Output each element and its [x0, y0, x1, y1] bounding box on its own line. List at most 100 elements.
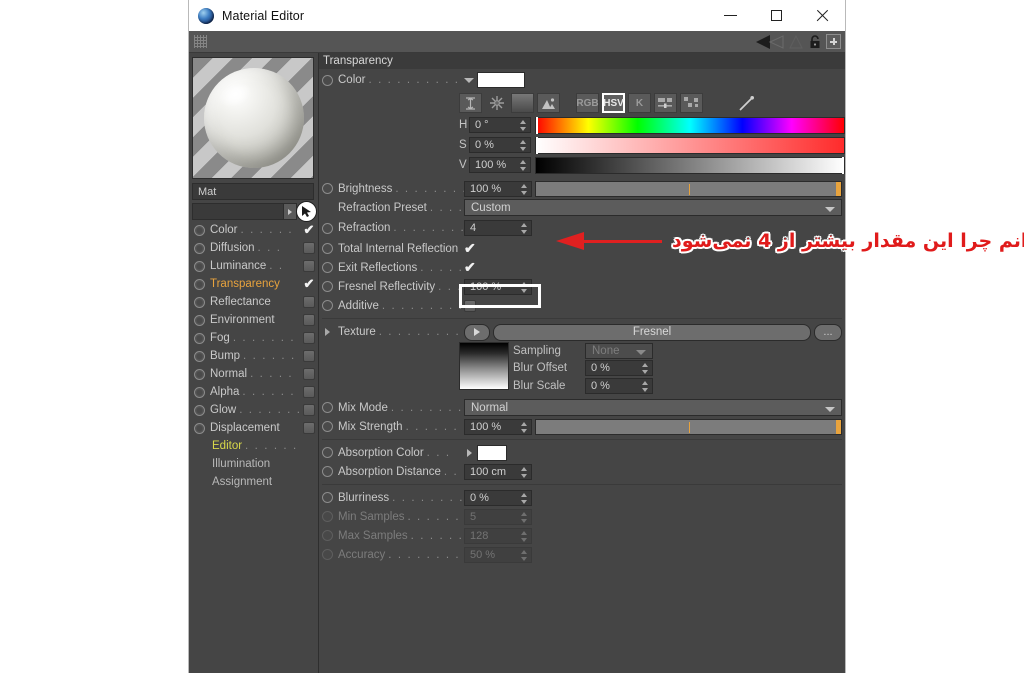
saturation-input[interactable]: 0 % [469, 137, 531, 153]
value-input[interactable]: 100 % [469, 157, 531, 173]
expand-triangle-icon[interactable] [322, 328, 333, 336]
channel-checkbox[interactable] [303, 260, 315, 272]
param-radio-icon[interactable] [322, 262, 333, 273]
param-radio-icon[interactable] [322, 74, 333, 86]
spinner-icon[interactable] [521, 466, 528, 478]
material-name-field[interactable]: Mat [192, 183, 314, 200]
channel-alpha[interactable]: Alpha . . . . . . [192, 383, 315, 401]
spinner-icon[interactable] [520, 120, 527, 131]
spinner-icon[interactable] [642, 363, 649, 374]
sidebar-item-editor[interactable]: Editor . . . . . . [192, 437, 315, 455]
channel-displacement[interactable]: Displacement [192, 419, 315, 437]
channel-radio-icon[interactable] [194, 422, 205, 434]
hue-input[interactable]: 0 ° [469, 117, 531, 133]
param-radio-icon[interactable] [322, 492, 333, 503]
hue-slider[interactable] [535, 116, 845, 134]
channel-fog[interactable]: Fog . . . . . . . [192, 329, 315, 347]
mix-strength-input[interactable]: 100 % [464, 418, 532, 435]
channel-checkmark-icon[interactable]: ✔ [303, 223, 315, 236]
brightness-input[interactable]: 100 % [464, 180, 532, 197]
channel-checkbox[interactable] [303, 368, 315, 380]
channel-radio-icon[interactable] [194, 260, 205, 272]
mix-mode-dropdown[interactable]: Normal [464, 399, 842, 416]
channel-checkmark-icon[interactable]: ✔ [303, 277, 315, 290]
maximize-button[interactable] [753, 0, 799, 31]
material-preview[interactable] [192, 57, 314, 179]
spinner-icon[interactable] [521, 492, 528, 504]
spinner-icon[interactable] [521, 183, 528, 195]
colorwheel-icon[interactable] [485, 93, 508, 113]
sidebar-item-assignment[interactable]: Assignment [192, 473, 315, 491]
refraction-input[interactable]: 4 [464, 220, 532, 236]
texture-name-field[interactable]: Fresnel [493, 323, 811, 341]
absorption-distance-input[interactable]: 100 cm [464, 463, 532, 480]
channel-radio-icon[interactable] [194, 350, 205, 362]
param-radio-icon[interactable] [322, 300, 333, 311]
param-radio-icon[interactable] [322, 281, 333, 292]
spinner-icon[interactable] [521, 421, 528, 433]
param-radio-icon[interactable] [322, 402, 333, 413]
eyedropper-icon[interactable] [735, 93, 758, 113]
chevron-down-icon[interactable] [464, 77, 474, 83]
channel-radio-icon[interactable] [194, 404, 205, 416]
image-picker-icon[interactable] [537, 93, 560, 113]
minimize-button[interactable] [707, 0, 753, 31]
channel-radio-icon[interactable] [194, 242, 205, 254]
blur-offset-input[interactable]: 0 % [585, 360, 653, 376]
refraction-preset-dropdown[interactable]: Custom [464, 199, 842, 216]
channel-environment[interactable]: Environment [192, 311, 315, 329]
exit-reflections-checkbox[interactable]: ✔ [464, 260, 476, 274]
slider-knob[interactable] [836, 419, 841, 434]
additive-checkbox[interactable] [464, 299, 476, 312]
back-triangle-icon[interactable] [754, 34, 784, 50]
channel-radio-icon[interactable] [194, 278, 205, 290]
fresnel-reflectivity-input[interactable]: 100 % [464, 278, 532, 295]
channel-glow[interactable]: Glow . . . . . . . [192, 401, 315, 419]
swatches-icon[interactable] [680, 93, 703, 113]
param-radio-icon[interactable] [322, 466, 333, 477]
param-radio-icon[interactable] [322, 222, 333, 234]
channel-radio-icon[interactable] [194, 224, 205, 236]
channel-radio-icon[interactable] [194, 386, 205, 398]
color-swatch[interactable] [477, 72, 525, 88]
absorption-color-swatch[interactable] [477, 444, 507, 461]
chevron-right-icon[interactable] [464, 448, 474, 457]
sampling-dropdown[interactable]: None [585, 342, 653, 359]
param-radio-icon[interactable] [322, 421, 333, 432]
channel-radio-icon[interactable] [194, 314, 205, 326]
add-icon[interactable] [826, 34, 841, 49]
kelvin-mode-icon[interactable]: K [628, 93, 651, 113]
forward-triangle-icon[interactable] [788, 34, 804, 50]
channel-radio-icon[interactable] [194, 332, 205, 344]
lock-icon[interactable] [808, 34, 822, 50]
blur-scale-input[interactable]: 0 % [585, 378, 653, 394]
spinner-icon[interactable] [520, 160, 527, 171]
channel-checkbox[interactable] [303, 350, 315, 362]
fresnel-gradient-preview[interactable] [459, 342, 509, 390]
spinner-icon[interactable] [520, 140, 527, 151]
drag-grip-icon[interactable] [194, 35, 207, 48]
param-radio-icon[interactable] [322, 243, 333, 254]
channel-checkbox[interactable] [303, 332, 315, 344]
channel-checkbox[interactable] [303, 404, 315, 416]
range-icon[interactable] [459, 93, 482, 113]
spinner-icon[interactable] [521, 281, 528, 293]
channel-color[interactable]: Color . . . . . . ✔ [192, 221, 315, 239]
channel-radio-icon[interactable] [194, 368, 205, 380]
texture-browse-button[interactable]: ... [814, 323, 842, 341]
mix-strength-slider[interactable] [535, 418, 842, 435]
channel-checkbox[interactable] [303, 422, 315, 434]
sidebar-item-illumination[interactable]: Illumination [192, 455, 315, 473]
channel-checkbox[interactable] [303, 296, 315, 308]
value-slider[interactable] [535, 156, 845, 174]
close-button[interactable] [799, 0, 845, 31]
blurriness-input[interactable]: 0 % [464, 489, 532, 506]
channel-radio-icon[interactable] [194, 296, 205, 308]
channel-reflectance[interactable]: Reflectance [192, 293, 315, 311]
brightness-slider[interactable] [535, 180, 842, 197]
hsv-mode-icon[interactable]: HSV [602, 93, 625, 113]
spinner-icon[interactable] [521, 223, 528, 234]
channel-diffusion[interactable]: Diffusion . . . [192, 239, 315, 257]
channel-bump[interactable]: Bump . . . . . . [192, 347, 315, 365]
gradient-icon[interactable] [511, 93, 534, 113]
